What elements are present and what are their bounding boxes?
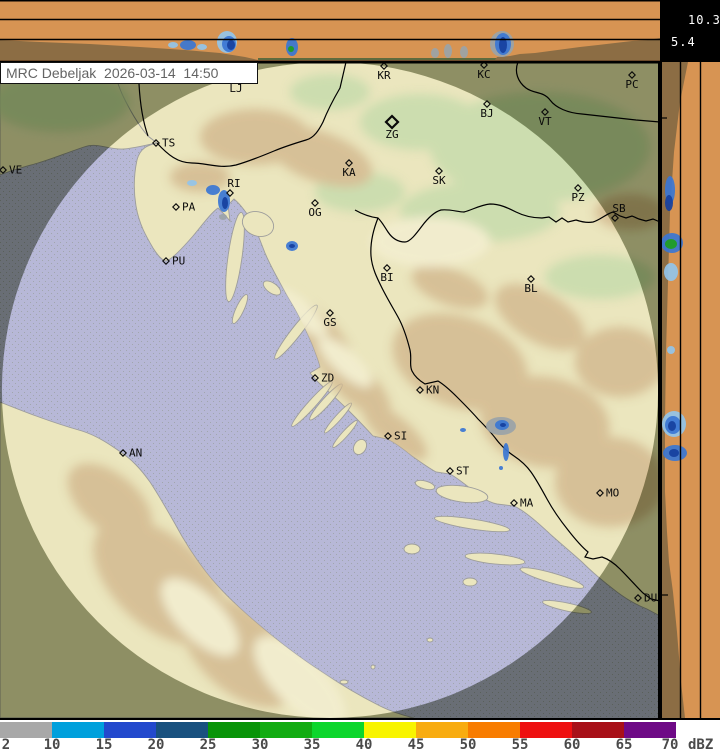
echo-cell xyxy=(667,346,675,354)
dbz-swatch xyxy=(520,722,572,738)
echo-cell xyxy=(499,466,503,470)
scale-tick-label: 60 xyxy=(564,737,581,751)
city-label: KR xyxy=(377,69,391,82)
dbz-swatch xyxy=(260,722,312,738)
city-label: DU xyxy=(644,592,657,605)
city-label: TS xyxy=(162,137,175,150)
dbz-swatch xyxy=(624,722,676,738)
dbz-swatch xyxy=(416,722,468,738)
echo-cell xyxy=(187,180,197,186)
echo-cell xyxy=(180,40,196,50)
city-label: ZD xyxy=(321,372,334,385)
city-label: MO xyxy=(606,487,619,500)
echo-cell xyxy=(460,46,468,58)
radar-display-window: 10.3 5.4 xyxy=(0,0,720,751)
city-label: BL xyxy=(524,282,538,295)
terrain-profile-baseline xyxy=(258,58,500,60)
scale-tick-label: 30 xyxy=(252,737,269,751)
scale-tick-label: 20 xyxy=(148,737,165,751)
echo-cell xyxy=(444,44,452,58)
height-label-lower: 5.4 xyxy=(671,35,696,49)
echo-cell xyxy=(503,443,509,461)
height-label-upper: 10.3 xyxy=(688,13,720,27)
scale-tick-label: 40 xyxy=(356,737,373,751)
city-label: VT xyxy=(538,115,552,128)
echo-cell xyxy=(431,48,439,58)
city-label: BJ xyxy=(480,107,493,120)
city-label: PU xyxy=(172,255,185,268)
scale-tick-label: 25 xyxy=(200,737,217,751)
dbz-swatch xyxy=(468,722,520,738)
echo-cell xyxy=(222,197,228,209)
echo-cell xyxy=(288,46,294,52)
scale-tick-label: 50 xyxy=(460,737,477,751)
dbz-swatch xyxy=(52,722,104,738)
echo-cell xyxy=(664,263,678,281)
scale-tick-label: 35 xyxy=(304,737,321,751)
echo-cell xyxy=(168,42,178,48)
height-label-box: 10.3 5.4 xyxy=(660,0,720,62)
city-label: PC xyxy=(625,78,638,91)
scale-tick-label: 70 xyxy=(662,737,679,751)
side-cross-section-strip xyxy=(662,62,720,718)
dbz-color-swatches xyxy=(0,722,676,738)
dbz-swatch xyxy=(0,722,52,738)
echo-cell xyxy=(197,44,207,50)
scale-tick-label: 10 xyxy=(44,737,61,751)
echo-cell xyxy=(227,40,235,50)
scale-unit-label: dBZ xyxy=(688,737,713,751)
dbz-swatch xyxy=(156,722,208,738)
echo-cell xyxy=(665,195,673,211)
city-label: SK xyxy=(432,174,446,187)
city-label: ST xyxy=(456,465,470,478)
city-label: MA xyxy=(520,497,534,510)
city-label: KN xyxy=(426,384,439,397)
city-label: SI xyxy=(394,430,407,443)
station-and-time-label: MRC Debeljak 2026-03-14 14:50 xyxy=(6,65,218,81)
scale-tick-label: 65 xyxy=(616,737,633,751)
scale-tick-label: 15 xyxy=(96,737,113,751)
city-label: KA xyxy=(342,166,356,179)
scale-tick-label: 2 xyxy=(2,737,10,751)
city-label: BI xyxy=(380,271,393,284)
dbz-color-scale: 2 10 15 20 25 30 35 40 45 50 55 60 65 70 dBZ xyxy=(0,718,720,751)
title-bar: MRC Debeljak 2026-03-14 14:50 xyxy=(0,62,258,84)
scale-tick-label: 45 xyxy=(408,737,425,751)
echo-cell xyxy=(206,185,220,195)
echo-cell xyxy=(669,449,679,457)
city-label: ZG xyxy=(385,128,398,141)
dbz-swatch xyxy=(572,722,624,738)
city-label: PZ xyxy=(571,191,585,204)
city-label: KC xyxy=(477,68,490,81)
echo-cell xyxy=(460,428,466,432)
dbz-swatch xyxy=(364,722,416,738)
radar-map: VETSLJKRKCPCZGBJVTKASKPZSBRIPAOGPUBIBLGS… xyxy=(0,62,660,718)
echo-cell xyxy=(289,244,295,248)
city-label: VE xyxy=(9,164,22,177)
echo-cell xyxy=(500,423,506,427)
echo-cell xyxy=(219,214,227,220)
dbz-scale-labels: 2 10 15 20 25 30 35 40 45 50 55 60 65 70 dBZ xyxy=(0,737,720,751)
city-label: RI xyxy=(227,177,240,190)
dbz-swatch xyxy=(208,722,260,738)
echo-cell xyxy=(665,239,677,249)
city-label: AN xyxy=(129,447,142,460)
city-label: OG xyxy=(308,206,321,219)
scale-tick-label: 55 xyxy=(512,737,529,751)
city-label: SB xyxy=(612,202,626,215)
dbz-swatch xyxy=(104,722,156,738)
radar-range-circle xyxy=(2,62,658,718)
top-cross-section-strip xyxy=(0,0,660,62)
city-label: GS xyxy=(323,316,336,329)
city-label: PA xyxy=(182,201,196,214)
dbz-swatch xyxy=(312,722,364,738)
echo-cell xyxy=(668,421,676,431)
